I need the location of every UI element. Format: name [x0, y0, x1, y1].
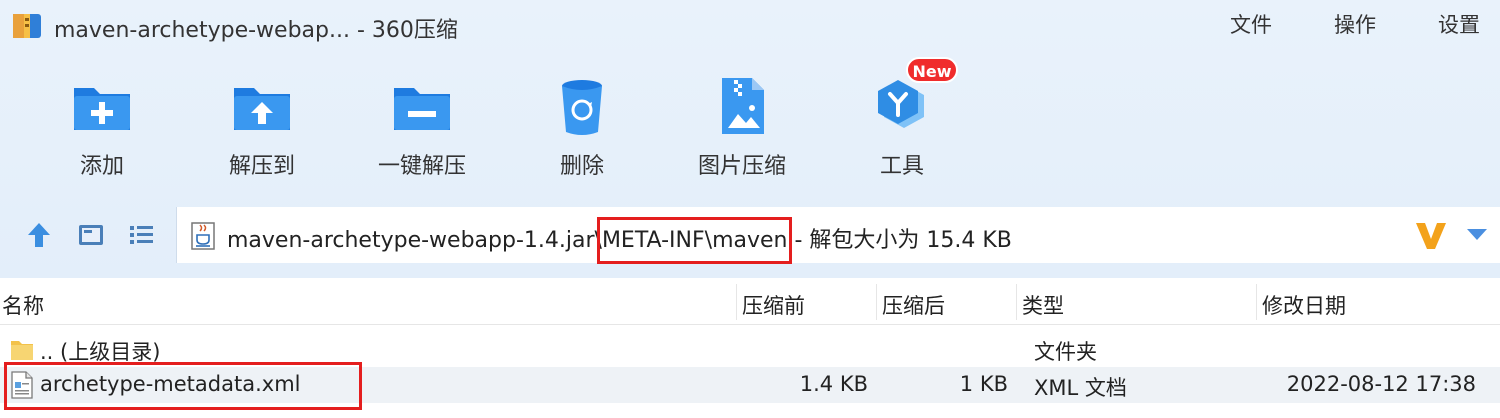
column-after[interactable]: 压缩后 — [882, 290, 945, 320]
dropdown-arrow-icon[interactable] — [1467, 229, 1487, 240]
menu-file[interactable]: 文件 — [1230, 9, 1272, 39]
row-modified: 2022-08-12 17:38 — [1286, 372, 1476, 396]
tools-button[interactable]: 工具 — [832, 66, 972, 186]
image-compress-label: 图片压缩 — [697, 154, 786, 179]
row-size-after: 1 KB — [959, 372, 1008, 396]
recycle-bin-icon — [562, 80, 602, 135]
one-click-extract-label: 一键解压 — [377, 154, 466, 179]
row-size-before: 1.4 KB — [799, 372, 868, 396]
up-arrow-icon[interactable] — [22, 218, 56, 252]
row-type: XML 文档 — [1034, 376, 1127, 400]
column-type[interactable]: 类型 — [1022, 290, 1064, 320]
row-type: 文件夹 — [1034, 340, 1097, 364]
highlight-box — [4, 362, 362, 410]
column-header: 名称 压缩前 压缩后 类型 修改日期 — [0, 280, 1500, 325]
column-before[interactable]: 压缩前 — [742, 290, 805, 320]
add-button[interactable]: 添加 — [32, 66, 172, 186]
menu-operation[interactable]: 操作 — [1334, 9, 1376, 39]
menu-settings[interactable]: 设置 — [1438, 9, 1480, 39]
thumbnail-view-icon[interactable] — [74, 218, 108, 252]
delete-button[interactable]: 删除 — [512, 66, 652, 186]
unpack-size-info: - 解包大小为 15.4 KB — [787, 228, 1012, 253]
window-title: maven-archetype-webap... - 360压缩 — [54, 18, 458, 43]
one-click-extract-button[interactable]: 一键解压 — [352, 66, 492, 186]
jar-file-icon — [191, 222, 215, 250]
address-path: maven-archetype-webapp-1.4.jar\META-INF\… — [227, 217, 1012, 264]
path-highlight: META-INF\maven — [596, 217, 793, 264]
one-click-extract-icon — [394, 88, 450, 130]
column-name[interactable]: 名称 — [2, 290, 44, 320]
image-compress-icon — [722, 78, 764, 134]
extract-to-folder-icon — [234, 88, 290, 130]
extract-to-button[interactable]: 解压到 — [192, 66, 332, 186]
list-view-icon[interactable] — [124, 218, 158, 252]
add-folder-icon — [74, 88, 130, 130]
path-prefix: maven-archetype-webapp-1.4.jar\ — [227, 228, 602, 253]
extract-to-label: 解压到 — [228, 154, 295, 179]
tools-label: 工具 — [879, 154, 924, 179]
column-divider[interactable] — [1016, 284, 1017, 320]
address-bar[interactable]: maven-archetype-webapp-1.4.jar\META-INF\… — [176, 207, 1500, 264]
add-label: 添加 — [79, 154, 124, 179]
column-divider[interactable] — [1256, 284, 1257, 320]
delete-label: 删除 — [559, 154, 604, 179]
v-brand-icon[interactable] — [1413, 217, 1449, 253]
title-bar: maven-archetype-webap... - 360压缩 文件 操作 设… — [0, 0, 1500, 52]
archive-app-icon — [13, 14, 41, 38]
image-compress-button[interactable]: 图片压缩 — [672, 66, 812, 186]
column-divider[interactable] — [736, 284, 737, 320]
folder-icon — [11, 341, 33, 360]
column-modified[interactable]: 修改日期 — [1262, 290, 1346, 320]
new-badge: New — [906, 57, 958, 83]
column-divider[interactable] — [876, 284, 877, 320]
